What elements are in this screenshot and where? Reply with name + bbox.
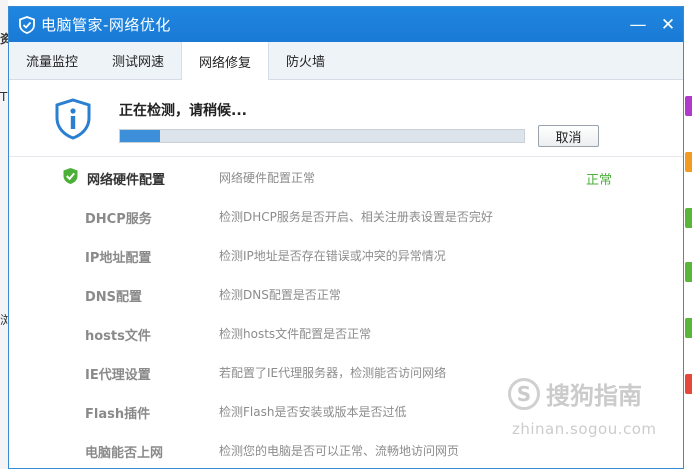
close-button[interactable]: ✕: [653, 7, 683, 42]
sogou-watermark: S 搜狗指南: [508, 376, 642, 411]
check-row-hosts: hosts文件 检测hosts文件配置是否正常: [9, 313, 683, 352]
tab-firewall[interactable]: 防火墙: [269, 42, 342, 79]
check-description: 检测您的电脑是否可以正常、流畅地访问网页: [219, 444, 460, 458]
background-side-tab: [685, 262, 692, 282]
check-name: DHCP服务: [85, 212, 152, 227]
check-row-dns: DNS配置 检测DNS配置是否正常: [9, 274, 683, 313]
background-side-tab: [685, 208, 692, 228]
background-page-right-edge: [684, 0, 692, 469]
check-name: Flash插件: [85, 407, 151, 422]
sogou-logo-icon: S: [508, 377, 540, 410]
check-name: IP地址配置: [85, 251, 152, 266]
check-description: 检测Flash是否安装或版本是否过低: [219, 405, 407, 419]
check-row-network-hardware: 网络硬件配置 网络硬件配置正常 正常: [9, 157, 683, 196]
check-name: DNS配置: [85, 290, 143, 305]
detection-status-text: 正在检测，请稍候...: [119, 103, 247, 119]
check-description: 网络硬件配置正常: [219, 171, 316, 185]
check-name: 网络硬件配置: [87, 173, 166, 188]
check-name: 电脑能否上网: [85, 446, 164, 461]
check-description: 检测IP地址是否存在错误或冲突的异常情况: [219, 249, 446, 263]
check-row-dhcp: DHCP服务 检测DHCP服务是否开启、相关注册表设置是否完好: [9, 196, 683, 235]
check-name: IE代理设置: [85, 368, 151, 383]
check-row-ip-config: IP地址配置 检测IP地址是否存在错误或冲突的异常情况: [9, 235, 683, 274]
title-bar[interactable]: 电脑管家-网络优化 — ✕: [9, 7, 683, 42]
check-description: 检测hosts文件配置是否正常: [219, 327, 372, 341]
tab-network-repair[interactable]: 网络修复: [181, 42, 270, 80]
tab-bar: 流量监控 测试网速 网络修复 防火墙: [9, 42, 683, 80]
background-side-tab: [685, 96, 692, 116]
tab-traffic-monitor[interactable]: 流量监控: [9, 42, 95, 79]
background-side-tab: [685, 318, 692, 338]
progress-fill: [120, 130, 161, 142]
watermark-url: zhinan.sogou.com: [512, 420, 657, 438]
shield-info-icon: [53, 98, 93, 144]
shield-icon: [17, 15, 37, 35]
background-side-tab: [685, 152, 692, 172]
watermark-text: 搜狗指南: [546, 382, 642, 410]
window-title: 电脑管家-网络优化: [41, 16, 171, 34]
background-page-left-edge: [0, 0, 8, 469]
check-description: 检测DHCP服务是否开启、相关注册表设置是否完好: [219, 210, 493, 224]
detection-status-panel: 正在检测，请稍候... 取消: [9, 80, 683, 157]
minimize-button[interactable]: —: [623, 7, 653, 42]
detection-progress-bar: [119, 129, 525, 143]
check-status: 正常: [586, 173, 613, 188]
green-shield-check-icon: [62, 167, 79, 189]
window-controls: — ✕: [623, 7, 683, 42]
background-side-tab: [685, 374, 692, 394]
check-name: hosts文件: [85, 329, 151, 344]
tab-speed-test[interactable]: 测试网速: [95, 42, 181, 79]
background-text-fragment: T: [0, 90, 8, 104]
check-description: 检测DNS配置是否正常: [219, 288, 341, 302]
check-description: 若配置了IE代理服务器，检测能否访问网络: [219, 366, 447, 380]
cancel-button[interactable]: 取消: [538, 125, 599, 147]
